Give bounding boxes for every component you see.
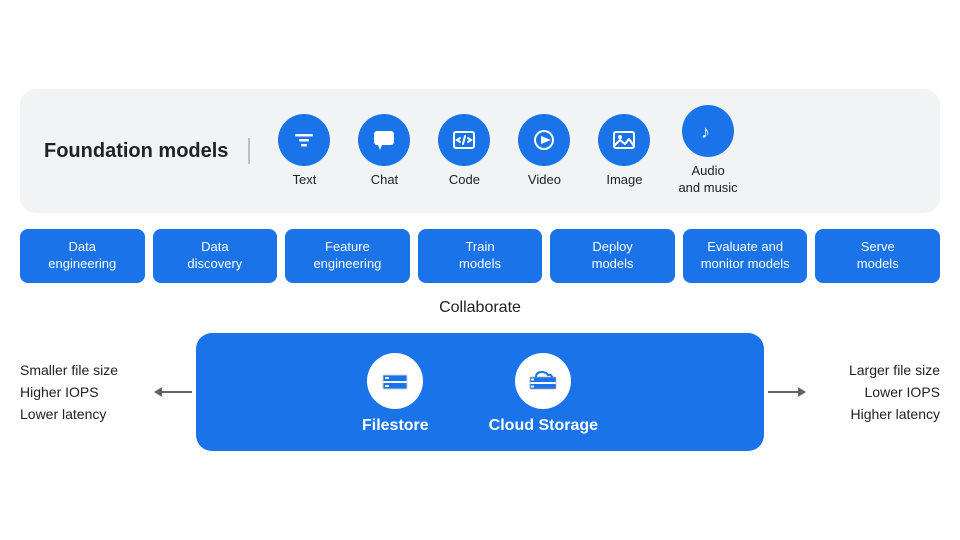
pipeline-row: Data engineering Data discovery Feature … bbox=[20, 229, 940, 283]
pipeline-step-data-engineering: Data engineering bbox=[20, 229, 145, 283]
foundation-icon-audio: ♪ Audio and music bbox=[678, 105, 737, 197]
storage-box: Filestore bbox=[196, 333, 764, 451]
text-icon-label: Text bbox=[293, 172, 317, 189]
pipeline-step-feature-engineering: Feature engineering bbox=[285, 229, 410, 283]
left-label-latency: Lower latency bbox=[20, 406, 152, 422]
foundation-icons: Text Chat bbox=[250, 105, 737, 197]
filestore-icon bbox=[367, 353, 423, 409]
audio-icon-circle: ♪ bbox=[682, 105, 734, 157]
foundation-icon-image: Image bbox=[598, 114, 650, 189]
left-arrow bbox=[160, 391, 192, 393]
foundation-row: Foundation models Text bbox=[20, 89, 940, 213]
cloud-storage-item: Cloud Storage bbox=[489, 353, 598, 435]
text-icon-circle bbox=[278, 114, 330, 166]
chat-icon-label: Chat bbox=[371, 172, 398, 189]
storage-items: Filestore bbox=[362, 353, 598, 435]
video-icon-circle bbox=[518, 114, 570, 166]
audio-icon-label: Audio and music bbox=[678, 163, 737, 197]
right-arrow bbox=[768, 391, 800, 393]
storage-left-labels: Smaller file size Higher IOPS Lower late… bbox=[20, 362, 160, 422]
right-label-latency: Higher latency bbox=[808, 406, 940, 422]
cloud-storage-icon bbox=[515, 353, 571, 409]
foundation-icon-text: Text bbox=[278, 114, 330, 189]
pipeline-step-deploy-models: Deploy models bbox=[550, 229, 675, 283]
image-icon-label: Image bbox=[606, 172, 642, 189]
foundation-title: Foundation models bbox=[44, 138, 250, 164]
pipeline-step-serve-models: Serve models bbox=[815, 229, 940, 283]
pipeline-step-evaluate-monitor: Evaluate and monitor models bbox=[683, 229, 808, 283]
filestore-label: Filestore bbox=[362, 417, 429, 435]
foundation-icon-video: Video bbox=[518, 114, 570, 189]
cloud-storage-label: Cloud Storage bbox=[489, 417, 598, 435]
foundation-icon-chat: Chat bbox=[358, 114, 410, 189]
storage-right-labels: Larger file size Lower IOPS Higher laten… bbox=[800, 362, 940, 422]
collaborate-label: Collaborate bbox=[20, 299, 940, 317]
filestore-item: Filestore bbox=[362, 353, 429, 435]
main-diagram: Foundation models Text bbox=[20, 89, 940, 451]
left-label-file-size: Smaller file size bbox=[20, 362, 152, 378]
chat-icon-circle bbox=[358, 114, 410, 166]
pipeline-step-data-discovery: Data discovery bbox=[153, 229, 278, 283]
code-icon-circle bbox=[438, 114, 490, 166]
left-label-iops: Higher IOPS bbox=[20, 384, 152, 400]
code-icon-label: Code bbox=[449, 172, 480, 189]
storage-section: Smaller file size Higher IOPS Lower late… bbox=[20, 333, 940, 451]
svg-text:♪: ♪ bbox=[701, 122, 710, 142]
right-label-iops: Lower IOPS bbox=[808, 384, 940, 400]
right-label-file-size: Larger file size bbox=[808, 362, 940, 378]
foundation-icon-code: Code bbox=[438, 114, 490, 189]
pipeline-step-train-models: Train models bbox=[418, 229, 543, 283]
video-icon-label: Video bbox=[528, 172, 561, 189]
image-icon-circle bbox=[598, 114, 650, 166]
